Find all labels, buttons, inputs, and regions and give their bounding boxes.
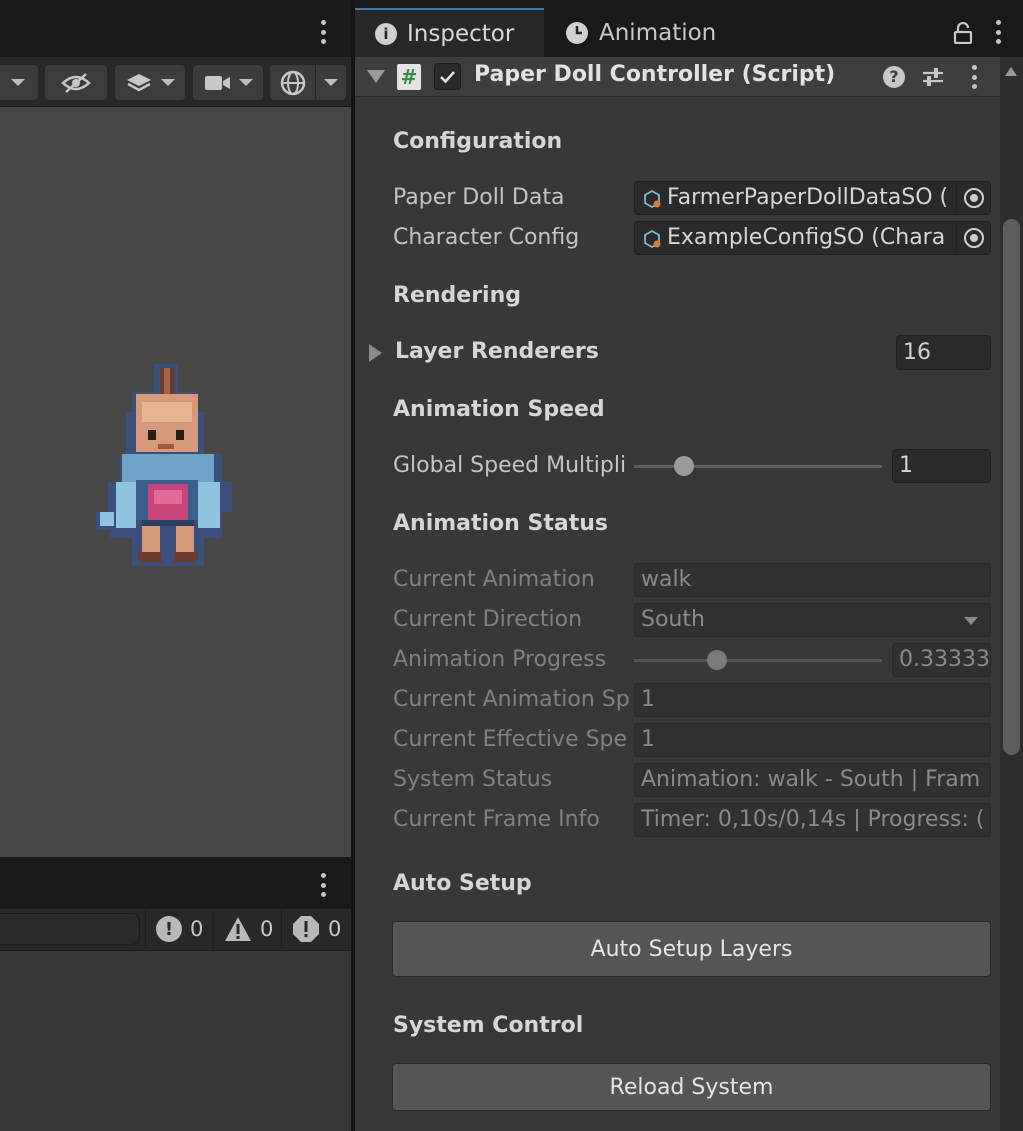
chevron-down-icon (161, 79, 175, 86)
system-status-field: Animation: walk - South | Fram (634, 763, 991, 797)
object-picker-button[interactable] (956, 182, 990, 214)
inspector-panel: # Paper Doll Controller (Script) ? Confi… (355, 57, 1023, 1131)
global-speed-slider-handle[interactable] (673, 456, 694, 476)
tab-animation[interactable]: Animation (545, 8, 745, 57)
paper-doll-data-label: Paper Doll Data (393, 185, 565, 210)
scene-viewport[interactable] (0, 107, 351, 857)
global-speed-slider[interactable] (634, 465, 882, 468)
system-status-label: System Status (393, 767, 553, 792)
scriptable-object-icon (644, 229, 661, 249)
console-more-icon[interactable] (320, 873, 326, 897)
character-config-label: Character Config (393, 225, 580, 250)
component-enabled-checkbox[interactable] (434, 63, 461, 90)
animation-progress-label: Animation Progress (393, 647, 607, 672)
console-toolbar: ! 0 0 0 (0, 909, 351, 951)
layers-icon (127, 73, 151, 91)
current-animation-field: walk (634, 563, 991, 597)
current-frame-info-field: Timer: 0,10s/0,14s | Progress: ( (634, 803, 991, 837)
scene-tab-bar (0, 0, 351, 57)
camera-icon (205, 75, 230, 90)
current-effective-speed-label: Current Effective Spe (393, 727, 628, 752)
visibility-toggle-button[interactable] (45, 65, 107, 100)
target-icon (963, 188, 984, 208)
auto-setup-layers-button[interactable]: Auto Setup Layers (392, 921, 991, 977)
section-configuration: Configuration (393, 129, 563, 154)
current-direction-value: South (641, 607, 705, 632)
animation-progress-field: 0.33333 (892, 643, 991, 677)
warning-icon (225, 917, 251, 941)
error-count: 0 (328, 917, 342, 941)
character-sprite (96, 364, 232, 566)
target-icon (963, 228, 984, 248)
section-animation-status: Animation Status (393, 511, 608, 536)
current-animation-speed-field: 1 (634, 683, 991, 717)
current-effective-speed-field: 1 (634, 723, 991, 757)
foldout-arrow-icon[interactable] (367, 70, 385, 83)
character-config-value: ExampleConfigSO (Chara (667, 225, 946, 250)
console-log-area[interactable] (0, 951, 351, 1131)
console-tab-bar (0, 857, 351, 909)
error-icon (293, 916, 319, 942)
chevron-down-icon (239, 79, 253, 86)
gizmos-dropdown-button[interactable] (270, 65, 346, 100)
object-picker-button[interactable] (956, 222, 990, 254)
current-direction-dropdown: South (634, 603, 991, 637)
section-animation-speed: Animation Speed (393, 397, 605, 422)
console-error-toggle[interactable]: 0 (281, 909, 341, 949)
tab-inspector-label: Inspector (407, 20, 515, 47)
chevron-down-icon (964, 617, 978, 625)
clock-icon (566, 21, 588, 44)
inspector-tab-bar: i Inspector Animation (355, 0, 1023, 57)
global-speed-field[interactable]: 1 (892, 449, 991, 483)
console-search-input[interactable] (0, 913, 140, 945)
tab-animation-label: Animation (599, 19, 717, 46)
current-frame-info-label: Current Frame Info (393, 807, 600, 832)
info-bubble-icon: ! (156, 916, 182, 942)
hidden-eye-icon (61, 72, 91, 93)
scene-more-icon[interactable] (320, 20, 326, 44)
section-rendering: Rendering (393, 283, 521, 308)
global-speed-label: Global Speed Multipli (393, 453, 627, 478)
gizmo-globe-icon (280, 70, 305, 95)
current-direction-label: Current Direction (393, 607, 583, 632)
current-animation-speed-label: Current Animation Sp (393, 687, 630, 712)
layer-renderers-size-field[interactable]: 16 (896, 335, 991, 370)
lock-icon[interactable] (953, 22, 973, 44)
scroll-up-icon[interactable] (1005, 67, 1017, 76)
paper-doll-data-value: FarmerPaperDollDataSO ( (667, 185, 949, 210)
scene-toolbar (0, 57, 351, 107)
inspector-more-icon[interactable] (995, 20, 1001, 44)
current-animation-label: Current Animation (393, 567, 595, 592)
character-config-field[interactable]: ExampleConfigSO (Chara (634, 221, 991, 255)
component-header[interactable]: # Paper Doll Controller (Script) ? (355, 57, 1000, 97)
scriptable-object-icon (644, 189, 661, 209)
layer-renderers-foldout[interactable]: Layer Renderers (395, 339, 599, 364)
console-warning-toggle[interactable]: 0 (213, 909, 273, 949)
script-hash-icon: # (397, 64, 421, 90)
presets-sliders-icon[interactable] (921, 65, 945, 89)
chevron-down-icon (323, 79, 338, 86)
tab-inspector[interactable]: i Inspector (355, 8, 544, 57)
component-more-icon[interactable] (971, 65, 977, 89)
warning-count: 0 (260, 917, 274, 941)
checkmark-icon (440, 71, 455, 84)
animation-progress-slider (634, 659, 882, 662)
component-title: Paper Doll Controller (Script) (474, 62, 836, 87)
paper-doll-data-field[interactable]: FarmerPaperDollDataSO ( (634, 181, 991, 215)
layers-dropdown-button[interactable] (115, 65, 185, 100)
console-info-toggle[interactable]: ! 0 (145, 909, 203, 949)
scene-dropdown-button[interactable] (0, 65, 38, 100)
info-count: 0 (190, 917, 204, 941)
chevron-down-icon (11, 79, 25, 86)
camera-dropdown-button[interactable] (193, 65, 263, 100)
reload-system-button[interactable]: Reload System (392, 1063, 991, 1111)
info-icon: i (375, 22, 397, 45)
foldout-arrow-icon[interactable] (369, 344, 382, 362)
animation-progress-slider-handle (706, 650, 727, 670)
section-system-control: System Control (393, 1013, 584, 1038)
scrollbar-thumb[interactable] (1003, 219, 1020, 755)
help-icon[interactable]: ? (883, 66, 905, 88)
section-auto-setup: Auto Setup (393, 871, 532, 896)
